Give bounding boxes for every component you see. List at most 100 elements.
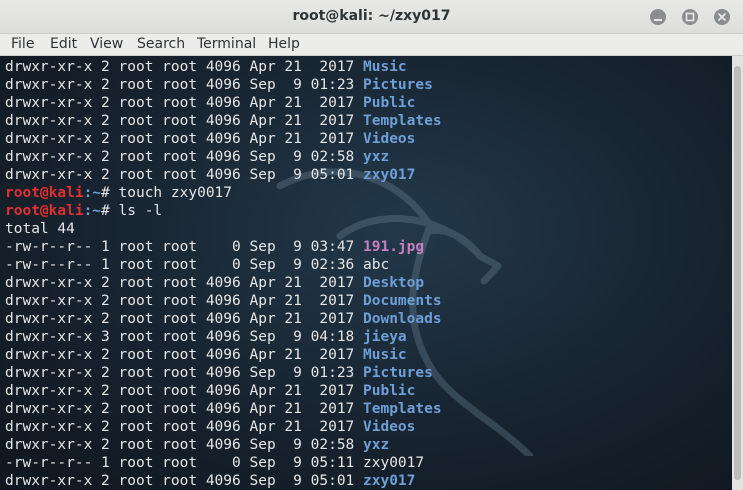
file-time: 05:01 [310, 473, 355, 489]
file-owner: root [118, 257, 154, 273]
file-size: 4096 [205, 95, 241, 111]
file-name: yxz [363, 437, 390, 453]
file-permissions: drwxr-xr-x [5, 275, 93, 291]
file-month: Sep [249, 455, 276, 471]
file-group: root [162, 311, 198, 327]
prompt-user: root@kali [5, 203, 84, 219]
file-permissions: drwxr-xr-x [5, 347, 93, 363]
file-permissions: drwxr-xr-x [5, 95, 93, 111]
file-permissions: drwxr-xr-x [5, 131, 93, 147]
menu-view[interactable]: View [90, 36, 123, 52]
listing-row: drwxr-xr-x 2 root root 4096 Apr 21 2017 … [5, 310, 442, 328]
file-month: Sep [249, 167, 276, 183]
prompt-path: :~ [83, 203, 102, 219]
file-time: 01:23 [310, 365, 355, 381]
file-permissions: drwxr-xr-x [5, 329, 93, 345]
terminal-scrollbar[interactable] [732, 56, 743, 490]
terminal-lines: drwxr-xr-x 2 root root 4096 Apr 21 2017 … [5, 58, 442, 490]
prompt-symbol: # [101, 185, 119, 201]
command-text: ls -l [118, 203, 163, 219]
file-group: root [162, 473, 198, 489]
menu-edit[interactable]: Edit [50, 36, 77, 52]
file-owner: root [118, 113, 154, 129]
close-button[interactable] [714, 9, 730, 25]
listing-row: -rw-r--r-- 1 root root 0 Sep 9 03:47 191… [5, 238, 442, 256]
listing-row: drwxr-xr-x 2 root root 4096 Sep 9 02:58 … [5, 148, 442, 166]
file-group: root [162, 95, 198, 111]
file-day: 21 [284, 131, 302, 147]
menu-search[interactable]: Search [137, 36, 185, 52]
file-month: Sep [249, 437, 276, 453]
listing-row: drwxr-xr-x 2 root root 4096 Sep 9 01:23 … [5, 76, 442, 94]
link-count: 2 [101, 293, 110, 309]
file-time: 2017 [310, 95, 355, 111]
file-month: Apr [249, 419, 276, 435]
menu-help[interactable]: Help [268, 36, 300, 52]
file-month: Apr [249, 293, 276, 309]
listing-row: drwxr-xr-x 2 root root 4096 Apr 21 2017 … [5, 418, 442, 436]
file-permissions: -rw-r--r-- [5, 455, 93, 471]
file-group: root [162, 365, 198, 381]
file-owner: root [118, 239, 154, 255]
maximize-button[interactable] [682, 9, 698, 25]
file-group: root [162, 347, 198, 363]
link-count: 2 [101, 347, 110, 363]
title-bar[interactable]: root@kali: ~/zxy017 [0, 0, 743, 34]
file-time: 2017 [310, 347, 355, 363]
menu-bar: File Edit View Search Terminal Help [0, 34, 743, 56]
file-time: 05:01 [310, 167, 355, 183]
file-day: 9 [284, 239, 302, 255]
file-owner: root [118, 419, 154, 435]
file-permissions: drwxr-xr-x [5, 113, 93, 129]
file-name: zxy0017 [363, 455, 425, 471]
link-count: 1 [101, 455, 110, 471]
file-month: Sep [249, 77, 276, 93]
file-month: Apr [249, 401, 276, 417]
menu-file[interactable]: File [11, 36, 34, 52]
file-size: 4096 [205, 437, 241, 453]
file-time: 04:18 [310, 329, 355, 345]
file-group: root [162, 257, 198, 273]
file-time: 2017 [310, 59, 355, 75]
minimize-button[interactable] [650, 9, 666, 25]
file-day: 9 [284, 329, 302, 345]
file-time: 2017 [310, 293, 355, 309]
link-count: 1 [101, 257, 110, 273]
file-name: abc [363, 257, 390, 273]
link-count: 2 [101, 167, 110, 183]
file-group: root [162, 293, 198, 309]
listing-row: drwxr-xr-x 2 root root 4096 Apr 21 2017 … [5, 382, 442, 400]
menu-terminal[interactable]: Terminal [197, 36, 256, 52]
file-month: Sep [249, 239, 276, 255]
file-name: Downloads [363, 311, 442, 327]
terminal-output[interactable]: drwxr-xr-x 2 root root 4096 Apr 21 2017 … [0, 56, 732, 490]
file-name: Videos [363, 419, 416, 435]
file-group: root [162, 419, 198, 435]
file-time: 2017 [310, 311, 355, 327]
file-name: jieya [363, 329, 407, 345]
file-name: 191.jpg [363, 239, 425, 255]
file-day: 9 [284, 473, 302, 489]
link-count: 2 [101, 59, 110, 75]
file-day: 9 [284, 437, 302, 453]
scrollbar-thumb[interactable] [734, 66, 741, 480]
listing-row: drwxr-xr-x 2 root root 4096 Apr 21 2017 … [5, 112, 442, 130]
listing-row: drwxr-xr-x 2 root root 4096 Apr 21 2017 … [5, 58, 442, 76]
file-day: 21 [284, 293, 302, 309]
file-size: 4096 [205, 77, 241, 93]
link-count: 2 [101, 131, 110, 147]
link-count: 3 [101, 329, 110, 345]
file-group: root [162, 113, 198, 129]
listing-row: drwxr-xr-x 2 root root 4096 Sep 9 01:23 … [5, 364, 442, 382]
file-owner: root [118, 437, 154, 453]
file-name: Pictures [363, 365, 433, 381]
file-size: 4096 [205, 473, 241, 489]
file-month: Apr [249, 113, 276, 129]
minimize-icon [654, 19, 662, 21]
close-icon [718, 13, 726, 21]
listing-row: drwxr-xr-x 3 root root 4096 Sep 9 04:18 … [5, 328, 442, 346]
terminal-window: root@kali: ~/zxy017 File Edit View Searc… [0, 0, 743, 490]
file-month: Apr [249, 275, 276, 291]
file-owner: root [118, 131, 154, 147]
file-owner: root [118, 95, 154, 111]
